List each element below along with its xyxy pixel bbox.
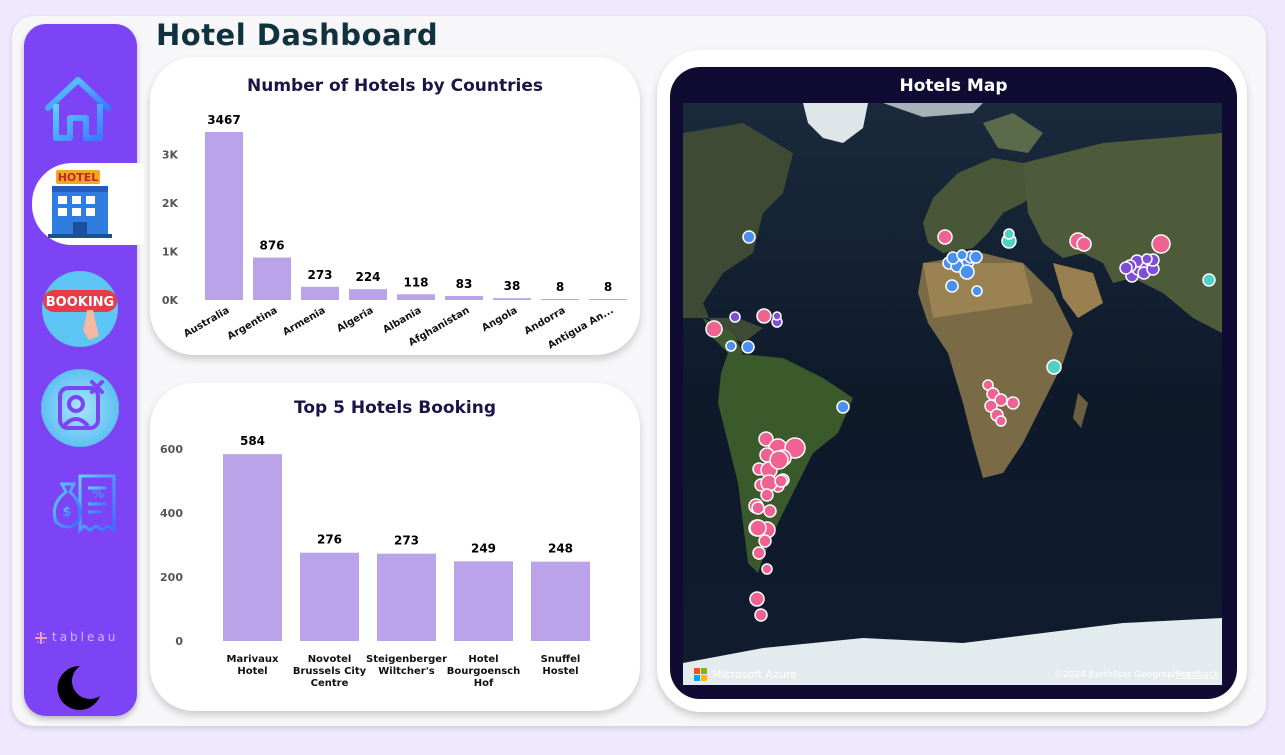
y-tick-label: 0K: [162, 294, 179, 307]
y-tick-label: 1K: [162, 246, 179, 259]
data-label: 876: [259, 239, 284, 253]
page-title: Hotel Dashboard: [156, 18, 439, 52]
x-tick-label: Steigenberger Wiltcher's: [366, 654, 447, 677]
sidebar-item-home[interactable]: [40, 72, 116, 148]
bar[interactable]: [349, 289, 387, 300]
svg-text:$: $: [62, 505, 71, 520]
bar[interactable]: [377, 553, 436, 641]
map-provider: Microsoft Azure: [712, 668, 797, 681]
bar[interactable]: [397, 294, 435, 300]
sidebar-item-hotel[interactable]: HOTEL: [44, 168, 116, 240]
data-label: 83: [456, 277, 473, 291]
data-label: 8: [604, 280, 612, 294]
home-icon: [45, 77, 111, 141]
sidebar-item-booking[interactable]: BOOKING: [41, 270, 119, 348]
money-bag-receipt-icon: % $: [52, 474, 116, 534]
bar[interactable]: [205, 132, 243, 300]
hotel-icon-text: HOTEL: [58, 171, 99, 184]
bar[interactable]: [454, 561, 513, 641]
y-tick-label: 200: [160, 571, 183, 584]
data-label: 248: [548, 542, 573, 556]
data-label: 38: [504, 279, 521, 293]
moon-icon: [57, 665, 100, 710]
data-label: 276: [317, 533, 342, 547]
x-tick-label: Hotel Bourgoensch Hof: [447, 654, 520, 689]
user-cancel-icon: [41, 369, 119, 447]
microsoft-azure-logo: Microsoft Azure: [694, 667, 804, 683]
hotels-by-country-card: Number of Hotels by Countries 0K 1K 2K 3K 34…: [150, 57, 640, 355]
x-tick-label: Angola: [480, 305, 519, 334]
hotels-map[interactable]: [683, 103, 1222, 685]
bar[interactable]: [301, 286, 339, 300]
x-tick-label: Snuffel Hostel: [541, 654, 581, 677]
bar[interactable]: [589, 299, 627, 300]
top-hotels-booking-chart: 0 200 400 600 584 Marivaux Hotel 276 Novotel Brus…: [160, 434, 590, 689]
map-visual: [683, 103, 1222, 685]
x-tick-label: Algeria: [335, 305, 375, 335]
data-label: 273: [394, 534, 419, 548]
x-tick-label: Australia: [182, 305, 232, 340]
microsoft-logo-icon: [694, 668, 707, 681]
bar[interactable]: [223, 454, 282, 641]
data-label: 3467: [207, 113, 240, 127]
bar[interactable]: [531, 561, 590, 641]
tableau-icon: [35, 632, 47, 644]
sidebar-item-finance[interactable]: % $: [50, 470, 124, 534]
hotels-by-country-chart: 0K 1K 2K 3K 3467 Australia 876 Argentina 273 Arme…: [162, 113, 627, 352]
data-label: 249: [471, 541, 496, 555]
data-label: 118: [403, 275, 428, 289]
brand-name: tableau: [52, 630, 119, 644]
y-tick-label: 0: [175, 635, 183, 648]
x-tick-label: Argentina: [226, 305, 280, 342]
tableau-logo: tableau: [34, 630, 130, 646]
hotel-icon: HOTEL: [48, 170, 112, 238]
x-tick-label: Armenia: [281, 305, 327, 338]
booking-icon-text: BOOKING: [46, 295, 114, 310]
data-label: 273: [307, 268, 332, 282]
bar[interactable]: [300, 552, 359, 641]
svg-text:%: %: [92, 487, 104, 501]
booking-icon: BOOKING: [42, 271, 118, 347]
map-title: Hotels Map: [899, 76, 1008, 96]
map-feedback-link[interactable]: Feedback: [1176, 670, 1219, 680]
data-label: 224: [355, 270, 380, 284]
bar[interactable]: [541, 299, 579, 300]
x-tick-label: Marivaux Hotel: [227, 654, 279, 677]
sidebar-item-user-cancel[interactable]: [40, 368, 120, 448]
bar[interactable]: [253, 257, 291, 300]
map-copyright: ©2024 EarthStar Geographics: [1054, 670, 1191, 680]
theme-toggle-button[interactable]: [52, 664, 102, 714]
bar[interactable]: [445, 295, 483, 300]
x-tick-label: Albania: [381, 305, 423, 336]
bar[interactable]: [493, 298, 531, 300]
x-tick-label: Novotel Brussels City Centre: [293, 654, 367, 689]
top-hotels-booking-card: Top 5 Hotels Booking 0 200 400 600 584 Mariva…: [150, 383, 640, 711]
data-label: 8: [556, 280, 564, 294]
y-tick-label: 600: [160, 443, 183, 456]
y-tick-label: 400: [160, 507, 183, 520]
y-tick-label: 3K: [162, 149, 179, 162]
y-tick-label: 2K: [162, 197, 179, 210]
data-label: 584: [240, 434, 265, 448]
